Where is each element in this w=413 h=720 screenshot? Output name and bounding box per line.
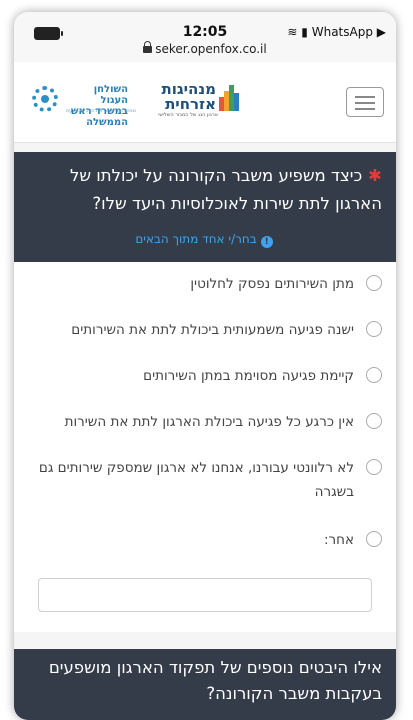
option-label: אין כרגע כל פגיעה ביכולת הארגון לתת את ה… xyxy=(64,414,354,430)
option-label: מתן השירותים נפסק לחלוטין xyxy=(190,276,354,292)
radio-option[interactable]: לא רלוונטי עבורנו, אנחנו לא ארגון שמספק … xyxy=(26,456,382,504)
question-header: ✱כיצד משפיע משבר הקורונה על יכולתו של הא… xyxy=(14,152,396,262)
option-label: ישנה פגיעה משמעותית ביכולת לתת את השירות… xyxy=(71,322,354,338)
option-label: לא רלוונטי עבורנו, אנחנו לא ארגון שמספק … xyxy=(38,460,354,500)
radio-option[interactable]: ישנה פגיעה משמעותית ביכולת לתת את השירות… xyxy=(26,318,382,342)
radio-button[interactable] xyxy=(366,459,382,475)
other-text-input[interactable] xyxy=(38,578,372,612)
wifi-icon: ≋ xyxy=(287,25,298,39)
logo[interactable]: השולחן העגול במשרד ראש הממשלה ממשלה, חברה… xyxy=(30,80,245,128)
option-label: אחר: xyxy=(323,532,354,548)
signal-icon: ▮ xyxy=(301,25,308,39)
next-question-text: אילו היבטים נוספים של תפקוד הארגון מושפע… xyxy=(48,658,382,703)
option-label: קיימת פגיעה מסוימת במתן השירותים xyxy=(143,368,354,384)
site-header: השולחן העגול במשרד ראש הממשלה ממשלה, חברה… xyxy=(14,62,396,143)
info-icon: ! xyxy=(260,236,273,248)
radio-button[interactable] xyxy=(366,367,382,383)
logo-org1-sub: ממשלה, חברה אזרחית, מגזר עסקי xyxy=(66,108,136,114)
url-text: seker.openfox.co.il xyxy=(155,42,267,56)
radio-option[interactable]: אין כרגע כל פגיעה ביכולת הארגון לתת את ה… xyxy=(26,410,382,434)
next-question-header: אילו היבטים נוספים של תפקוד הארגון מושפע… xyxy=(14,649,396,720)
radio-option[interactable]: קיימת פגיעה מסוימת במתן השירותים xyxy=(26,364,382,388)
radio-button[interactable] xyxy=(366,321,382,337)
logo-org2-name: מנהיגות אזרחית xyxy=(161,80,216,113)
hamburger-icon[interactable] xyxy=(346,87,384,117)
back-to-app-label[interactable]: WhatsApp ▶ xyxy=(312,25,386,39)
address-bar[interactable]: seker.openfox.co.il xyxy=(14,41,396,56)
phone-frame: 12:05 ≋ ▮ WhatsApp ▶ seker.openfox.co.il… xyxy=(14,12,396,720)
lock-icon xyxy=(143,41,153,53)
status-bar: 12:05 ≋ ▮ WhatsApp ▶ seker.openfox.co.il xyxy=(14,12,396,62)
network-status: ≋ ▮ WhatsApp ▶ xyxy=(287,25,386,39)
roundtable-logo-icon xyxy=(32,86,58,112)
radio-button[interactable] xyxy=(366,275,382,291)
civic-leadership-logo-icon xyxy=(219,85,239,111)
radio-option[interactable]: מתן השירותים נפסק לחלוטין xyxy=(26,272,382,296)
logo-org2-sub: ארגון הגג של המגזר השלישי xyxy=(158,112,218,118)
required-icon: ✱ xyxy=(368,166,382,185)
radio-option-other[interactable]: אחר: xyxy=(26,528,382,552)
question-hint: !בחר/י אחד מתוך הבאים xyxy=(26,232,382,248)
logo-org1-name: השולחן העגול במשרד ראש הממשלה xyxy=(70,84,128,128)
radio-button[interactable] xyxy=(366,531,382,547)
radio-button[interactable] xyxy=(366,413,382,429)
answer-list: מתן השירותים נפסק לחלוטין ישנה פגיעה משמ… xyxy=(14,262,396,632)
question-text: ✱כיצד משפיע משבר הקורונה על יכולתו של הא… xyxy=(69,166,382,213)
